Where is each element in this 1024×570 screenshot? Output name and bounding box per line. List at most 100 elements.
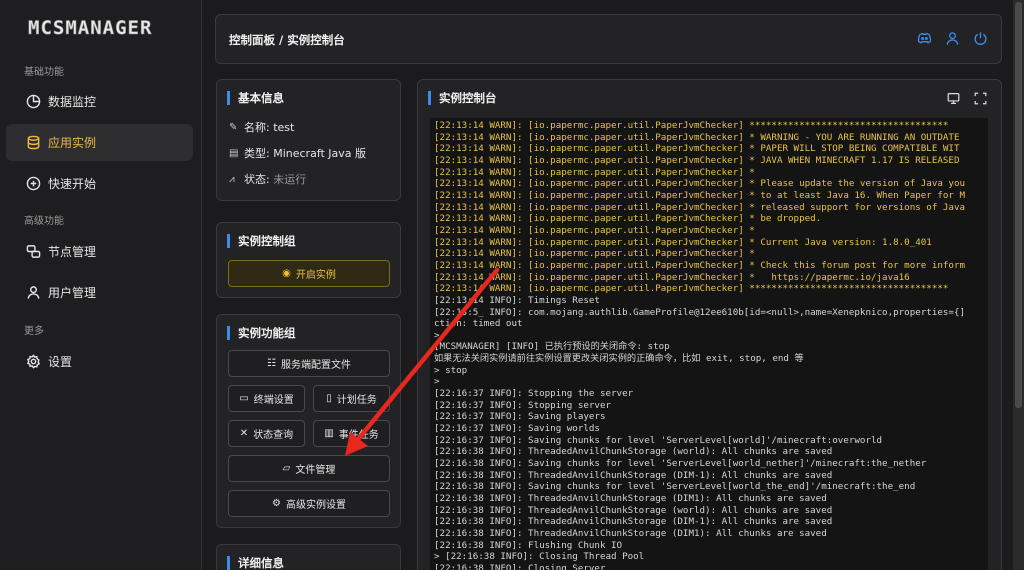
file-manager-label: 文件管理 <box>295 465 336 476</box>
console-line: [22:16:38 INFO]: ThreadedAnvilChunkStora… <box>434 493 827 504</box>
type-value: Minecraft Java 版 <box>273 147 367 160</box>
doc-icon: ▤ <box>229 147 239 159</box>
console-line: [22:13:14 WARN]: [io.papermc.paper.util.… <box>434 271 910 283</box>
file-manager-button[interactable]: ▱ 文件管理 <box>228 455 390 482</box>
control-group-card: 实例控制组 ◉ 开启实例 <box>216 222 401 298</box>
card-title: 实例控制台 <box>428 91 497 105</box>
type-label: 类型: <box>244 147 270 160</box>
console-line: [MCSMANAGER] [INFO] 已执行预设的关闭命令: stop <box>434 341 670 353</box>
power-icon[interactable] <box>973 31 989 47</box>
console-line: 如果无法关闭实例请前往实例设置更改关闭实例的正确命令，比如 exit, stop… <box>434 353 804 365</box>
group-label-advanced: 高级功能 <box>24 216 64 227</box>
sidebar-item-settings[interactable]: 设置 <box>6 343 193 380</box>
function-group-card: 实例功能组 ☷ 服务端配置文件 ▭ 终端设置 ▯ 计划任务 ✕ 状态查询 ▥ 事… <box>216 314 401 528</box>
database-icon <box>26 135 41 150</box>
console-line: [22:13:5_ INFO]: com.mojang.authlib.Game… <box>434 306 966 318</box>
basic-info-card: 基本信息 ✎ 名称: test ▤ 类型: Minecraft Java 版 ⩘… <box>216 79 401 201</box>
console-output[interactable]: [22:13:14 WARN]: [io.papermc.paper.util.… <box>430 118 988 570</box>
top-icons <box>917 31 989 47</box>
card-title: 基本信息 <box>227 91 284 105</box>
console-line: [22:13:14 WARN]: [io.papermc.paper.util.… <box>434 143 960 155</box>
server-config-label: 服务端配置文件 <box>280 360 351 371</box>
group-label-more: 更多 <box>24 326 44 337</box>
details-card: 详细信息 <box>216 544 401 570</box>
sidebar-item-label: 应用实例 <box>48 136 97 150</box>
console-line: [22:16:38 INFO]: ThreadedAnvilChunkStora… <box>434 469 833 481</box>
console-line: [22:13:14 WARN]: [io.papermc.paper.util.… <box>434 283 949 295</box>
name-value: test <box>273 120 295 134</box>
console-line: [22:13:14 WARN]: [io.papermc.paper.util.… <box>434 248 755 260</box>
instance-status-row: ⩘ 状态: 未运行 <box>229 171 306 187</box>
status-query-label: 状态查询 <box>253 430 294 441</box>
instance-type-row: ▤ 类型: Minecraft Java 版 <box>229 145 366 161</box>
scrollbar-thumb[interactable] <box>1015 2 1022 408</box>
user-icon[interactable] <box>945 31 961 47</box>
console-line: > <box>434 329 440 341</box>
server-config-button[interactable]: ☷ 服务端配置文件 <box>228 350 390 377</box>
console-line: [22:13:14 WARN]: [io.papermc.paper.util.… <box>434 236 932 248</box>
console-line: [22:13:14 WARN]: [io.papermc.paper.util.… <box>434 154 960 166</box>
console-line: ction: timed out <box>434 318 523 330</box>
sidebar-item-label: 数据监控 <box>48 95 97 109</box>
card-title: 实例控制组 <box>227 234 296 248</box>
pen-icon: ✎ <box>229 121 238 133</box>
event-tasks-button[interactable]: ▥ 事件任务 <box>313 420 390 447</box>
console-line: [22:13:14 INFO]: Timings Reset <box>434 294 600 306</box>
discord-icon[interactable] <box>917 31 933 47</box>
dashboard-icon <box>26 94 41 109</box>
console-icons <box>947 92 987 105</box>
sliders-icon: ☷ <box>267 358 276 369</box>
console-line: [22:13:14 WARN]: [io.papermc.paper.util.… <box>434 178 966 190</box>
console-line: [22:13:14 WARN]: [io.papermc.paper.util.… <box>434 213 822 225</box>
console-card: 实例控制台 [22:13:14 WARN]: [io.papermc.paper… <box>417 79 1002 570</box>
sidebar-item-nodes[interactable]: 节点管理 <box>6 233 193 270</box>
terminal-settings-button[interactable]: ▭ 终端设置 <box>228 385 305 412</box>
console-line: > stop <box>434 364 468 376</box>
console-line: [22:13:14 WARN]: [io.papermc.paper.util.… <box>434 259 966 271</box>
sidebar-item-label: 快速开始 <box>48 177 97 191</box>
monitor-icon[interactable] <box>947 92 960 105</box>
console-line: [22:16:37 INFO]: Saving chunks for level… <box>434 434 883 446</box>
user-icon <box>26 285 41 300</box>
terminal-settings-label: 终端设置 <box>253 395 294 406</box>
sidebar-item-users[interactable]: 用户管理 <box>6 274 193 311</box>
console-line: [22:13:14 WARN]: [io.papermc.paper.util.… <box>434 189 966 201</box>
gear-icon: ⚙ <box>272 498 281 509</box>
console-line: [22:13:14 WARN]: [io.papermc.paper.util.… <box>434 201 966 213</box>
console-line: [22:16:38 INFO]: Saving chunks for level… <box>434 481 916 493</box>
play-circle-icon: ◉ <box>282 268 291 279</box>
start-instance-button[interactable]: ◉ 开启实例 <box>228 260 390 287</box>
card-title: 实例功能组 <box>227 326 296 340</box>
group-label-basic: 基础功能 <box>24 67 64 78</box>
console-line: > [22:16:38 INFO]: Closing Thread Pool <box>434 551 645 563</box>
console-line: [22:13:14 WARN]: [io.papermc.paper.util.… <box>434 166 755 178</box>
fullscreen-icon[interactable] <box>974 92 987 105</box>
status-label: 状态: <box>244 173 270 186</box>
console-line: [22:13:14 WARN]: [io.papermc.paper.util.… <box>434 120 949 131</box>
book-icon: ▥ <box>324 428 334 439</box>
tools-icon: ✕ <box>239 428 249 439</box>
advanced-settings-label: 高级实例设置 <box>285 500 346 511</box>
advanced-settings-button[interactable]: ⚙ 高级实例设置 <box>228 490 390 517</box>
page-scrollbar[interactable] <box>1013 0 1024 570</box>
folder-icon: ▱ <box>282 463 291 474</box>
sidebar: MCSMANAGER 基础功能 数据监控 应用实例 快速开始 高级功能 节点管理… <box>0 0 200 570</box>
scheduled-tasks-button[interactable]: ▯ 计划任务 <box>313 385 390 412</box>
status-value: 未运行 <box>273 173 307 186</box>
sidebar-item-instances[interactable]: 应用实例 <box>6 124 193 161</box>
card-title: 详细信息 <box>227 556 284 570</box>
scheduled-tasks-label: 计划任务 <box>336 395 377 406</box>
app-logo[interactable]: MCSMANAGER <box>28 17 152 40</box>
console-line: [22:16:37 INFO]: Stopping the server <box>434 388 634 400</box>
console-line: [22:13:14 WARN]: [io.papermc.paper.util.… <box>434 131 960 143</box>
console-line: [22:16:38 INFO]: ThreadedAnvilChunkStora… <box>434 527 827 539</box>
gear-icon <box>26 354 41 369</box>
console-line: [22:16:38 INFO]: ThreadedAnvilChunkStora… <box>434 446 833 458</box>
console-line: [22:16:37 INFO]: Stopping server <box>434 399 612 411</box>
console-line: [22:16:38 INFO]: ThreadedAnvilChunkStora… <box>434 504 833 516</box>
status-query-button[interactable]: ✕ 状态查询 <box>228 420 305 447</box>
breadcrumb: 控制面板 / 实例控制台 <box>229 33 345 47</box>
sidebar-item-monitor[interactable]: 数据监控 <box>6 83 193 120</box>
monitor-icon: ▭ <box>239 393 249 404</box>
sidebar-item-quickstart[interactable]: 快速开始 <box>6 165 193 202</box>
